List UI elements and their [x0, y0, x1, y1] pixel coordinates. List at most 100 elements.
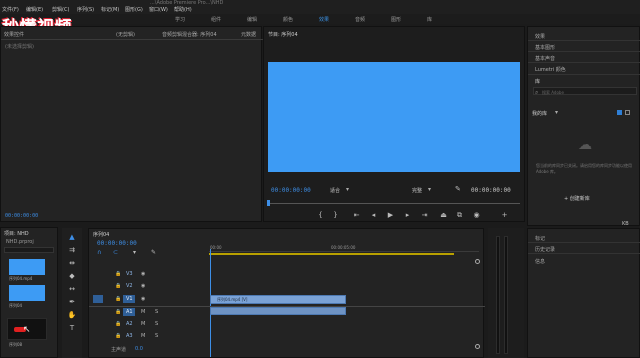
chevron-down-icon[interactable]: ▾ — [428, 186, 431, 193]
mute-icon[interactable]: M — [141, 309, 145, 315]
panel-effects[interactable]: 效果 — [535, 33, 545, 40]
track-label-a2[interactable]: A2 — [126, 321, 133, 327]
add-marker-icon[interactable]: ▾ — [133, 249, 136, 256]
lock-icon[interactable]: 🔒 — [115, 321, 121, 327]
create-library-button[interactable]: + 创建新库 — [564, 195, 590, 202]
program-scrubber[interactable] — [268, 203, 520, 204]
menu-sequence[interactable]: 序列(S) — [77, 6, 94, 13]
scroll-handle[interactable] — [475, 344, 480, 349]
eye-icon[interactable]: ◉ — [141, 283, 145, 289]
step-forward-icon[interactable]: ▸ — [403, 211, 412, 220]
play-icon[interactable]: ▶ — [386, 211, 395, 220]
selection-tool-icon[interactable]: ▲ — [67, 232, 77, 242]
menu-edit[interactable]: 编辑(E) — [26, 6, 43, 13]
menu-graphics[interactable]: 图形(G) — [125, 6, 143, 13]
mute-icon[interactable]: M — [141, 321, 145, 327]
menu-file[interactable]: 文件(F) — [2, 6, 19, 13]
wrench-icon[interactable]: ✎ — [455, 185, 461, 193]
track-label-a3[interactable]: A3 — [126, 333, 133, 339]
tab-metadata[interactable]: 元数据 — [241, 31, 256, 38]
ws-effects[interactable]: 效果 — [319, 16, 329, 23]
razor-icon[interactable]: ◆ — [67, 271, 77, 281]
ws-edit[interactable]: 编辑 — [247, 16, 257, 23]
tab-effect-controls[interactable]: 效果控件 — [4, 31, 24, 38]
add-button-icon[interactable]: + — [500, 211, 509, 220]
track-label-a1[interactable]: A1 — [126, 309, 133, 315]
chevron-down-icon[interactable]: ▾ — [555, 109, 558, 116]
my-libraries-dropdown[interactable]: 我的库 — [532, 110, 547, 117]
lock-icon[interactable]: 🔒 — [115, 309, 121, 315]
solo-icon[interactable]: S — [155, 321, 158, 327]
snap-icon[interactable]: ∩ — [97, 249, 101, 256]
panel-essential-graphics[interactable]: 基本图形 — [535, 44, 555, 51]
playhead-marker[interactable] — [267, 200, 270, 206]
audio-clip[interactable] — [210, 307, 346, 315]
tab-no-clip[interactable]: (无剪辑) — [116, 31, 135, 38]
search-input[interactable] — [4, 247, 54, 253]
ws-assembly[interactable]: 组件 — [211, 16, 221, 23]
solo-icon[interactable]: S — [155, 333, 158, 339]
panel-lumetri-color[interactable]: Lumetri 颜色 — [535, 66, 566, 73]
ws-libraries[interactable]: 库 — [427, 16, 432, 23]
eye-icon[interactable]: ◉ — [141, 271, 145, 277]
timeline-timecode[interactable]: 00:00:00:00 — [97, 240, 137, 247]
go-to-out-icon[interactable]: ⇥ — [420, 211, 429, 220]
track-label-v2[interactable]: V2 — [126, 283, 133, 289]
source-timecode[interactable]: 00:00:00:00 — [5, 213, 38, 219]
program-title[interactable]: 节目: 序列04 — [268, 31, 298, 38]
panel-markers[interactable]: 标记 — [535, 235, 545, 242]
mute-icon[interactable]: M — [141, 333, 145, 339]
export-frame-icon[interactable]: ◉ — [472, 211, 481, 220]
settings-wrench-icon[interactable]: ✎ — [151, 249, 156, 256]
sequence-thumbnail[interactable] — [9, 285, 45, 301]
video-clip[interactable]: 序列04.mp4 [V] — [210, 295, 346, 304]
panel-essential-sound[interactable]: 基本声音 — [535, 55, 555, 62]
list-view-icon[interactable] — [625, 110, 630, 115]
mark-in-icon[interactable]: { — [316, 211, 325, 220]
ws-graphics[interactable]: 图形 — [391, 16, 401, 23]
fit-dropdown[interactable]: 适合 — [330, 187, 340, 194]
mark-out-icon[interactable]: } — [331, 211, 340, 220]
ws-color[interactable]: 颜色 — [283, 16, 293, 23]
solo-icon[interactable]: S — [155, 309, 158, 315]
eye-icon[interactable]: ◉ — [141, 296, 145, 302]
timeline-ruler[interactable] — [209, 251, 479, 252]
chevron-down-icon[interactable]: ▾ — [346, 186, 349, 193]
quality-dropdown[interactable]: 完整 — [412, 187, 422, 194]
project-title[interactable]: 项目: NHD — [4, 230, 29, 237]
sequence-thumbnail[interactable]: ↖ — [7, 318, 47, 340]
search-placeholder[interactable]: 搜索 Adobe — [542, 90, 564, 96]
ripple-edit-icon[interactable]: ⇹ — [67, 258, 77, 268]
menu-clip[interactable]: 剪辑(C) — [52, 6, 69, 13]
tab-audio-mixer[interactable]: 音频剪辑混合器: 序列04 — [162, 31, 217, 38]
step-back-icon[interactable]: ◂ — [369, 211, 378, 220]
source-patch-v1[interactable] — [93, 295, 103, 303]
scroll-handle[interactable] — [475, 259, 480, 264]
panel-info[interactable]: 信息 — [535, 258, 545, 265]
clip-thumbnail[interactable] — [9, 259, 45, 275]
lock-icon[interactable]: 🔒 — [115, 296, 121, 302]
lock-icon[interactable]: 🔒 — [115, 271, 121, 277]
lock-icon[interactable]: 🔒 — [115, 283, 121, 289]
hand-icon[interactable]: ✋ — [67, 310, 77, 320]
panel-history[interactable]: 历史记录 — [535, 246, 555, 253]
menu-marker[interactable]: 标记(M) — [101, 6, 119, 13]
linked-selection-icon[interactable]: ⊂ — [113, 249, 118, 256]
lift-icon[interactable]: ⏏ — [439, 211, 448, 220]
lock-icon[interactable]: 🔒 — [115, 333, 121, 339]
ws-audio[interactable]: 音频 — [355, 16, 365, 23]
track-label-v3[interactable]: V3 — [126, 271, 133, 277]
track-select-icon[interactable]: ⇉ — [67, 245, 77, 255]
program-timecode-current[interactable]: 00:00:00:00 — [271, 187, 311, 194]
grid-view-icon[interactable] — [617, 110, 622, 115]
work-area-bar[interactable] — [209, 253, 454, 255]
master-volume[interactable]: 0.0 — [135, 346, 143, 352]
slip-icon[interactable]: ↔ — [67, 284, 77, 294]
track-label-v1[interactable]: V1 — [126, 296, 133, 302]
ws-learn[interactable]: 学习 — [175, 16, 185, 23]
extract-icon[interactable]: ⧉ — [455, 211, 464, 220]
type-tool-icon[interactable]: T — [67, 323, 77, 333]
sequence-tab[interactable]: 序列04 — [93, 231, 109, 238]
menu-window[interactable]: 窗口(W) — [149, 6, 168, 13]
menu-help[interactable]: 帮助(H) — [174, 6, 192, 13]
